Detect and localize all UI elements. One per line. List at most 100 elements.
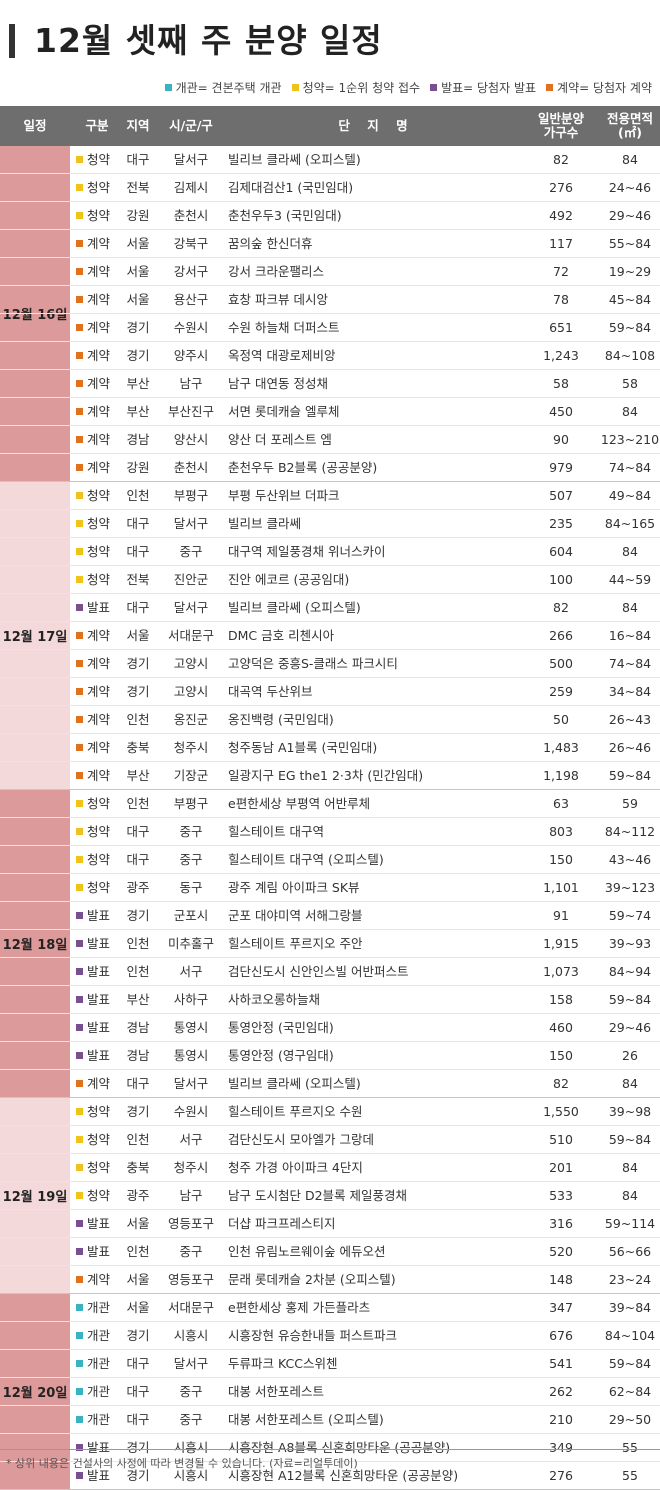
type-marker-cell [76,1350,83,1377]
city-cell: 서대문구 [167,1300,214,1315]
units-cell: 347 [549,1300,573,1315]
units-cell: 803 [549,824,573,839]
units-cell: 450 [549,404,573,419]
area-cell: 84 [622,152,638,167]
complex-name-cell: 빌리브 클라쎄 [228,516,301,531]
complex-name-cell: 효창 파크뷰 데시앙 [228,292,328,307]
type-marker-cell [76,146,83,173]
area-cell: 34~84 [608,684,652,699]
city-cell: 영등포구 [167,1216,214,1231]
region-cell: 강원 [126,208,150,223]
type-cell: 청약 [87,208,111,223]
legend-label: 계약= 당첨자 계약 [557,81,652,95]
complex-name-cell: 수원 하늘채 더퍼스트 [228,320,340,335]
area-cell: 59~74 [608,908,652,923]
type-marker-icon [76,1248,83,1255]
legend-swatch [164,84,172,91]
complex-name-cell: 빌리브 클라쎄 (오피스텔) [228,600,361,615]
complex-name-cell: 두류파크 KCC스위첸 [228,1356,338,1371]
complex-name-cell: 힐스테이트 푸르지오 수원 [228,1104,363,1119]
area-cell: 74~84 [608,460,652,475]
header-type: 구분 [85,118,109,133]
table-row: 개관 대구 달서구 두류파크 KCC스위첸 541 59~84 [0,1350,660,1378]
type-marker-cell [76,1070,83,1097]
type-marker-icon [76,212,83,219]
type-marker-icon [76,576,83,583]
table-row: 발표 서울 영등포구 더샵 파크프레스티지 316 59~114 [0,1210,660,1238]
header-units: 일반분양 가구수 [537,111,584,140]
region-cell: 대구 [126,852,150,867]
complex-name-cell: e편한세상 부평역 어반루체 [228,796,371,811]
region-cell: 부산 [126,376,150,391]
city-cell: 부평구 [173,488,209,503]
region-cell: 경남 [126,1048,150,1063]
type-marker-icon [76,184,83,191]
type-marker-cell [76,874,83,901]
region-cell: 대구 [126,600,150,615]
table-row: 계약 인천 옹진군 옹진백령 (국민임대) 50 26~43 [0,706,660,734]
type-cell: 발표 [87,1048,111,1063]
region-cell: 광주 [126,880,150,895]
complex-name-cell: DMC 금호 리첸시아 [228,628,335,643]
type-marker-icon [76,436,83,443]
region-cell: 서울 [126,292,150,307]
complex-name-cell: 군포 대야미역 서해그랑블 [228,908,363,923]
city-cell: 중구 [179,1412,203,1427]
type-marker-icon [76,1276,83,1283]
type-marker-icon [76,800,83,807]
type-marker-icon [76,688,83,695]
table-row: 발표 경남 통영시 통영안정 (국민임대) 460 29~46 [0,1014,660,1042]
type-cell: 청약 [87,152,111,167]
header-name: 단 지 명 [338,118,408,133]
city-cell: 통영시 [173,1048,209,1063]
complex-name-cell: 사하코오롱하늘채 [228,992,321,1007]
region-cell: 부산 [126,404,150,419]
complex-name-cell: 통영안정 (영구임대) [228,1048,334,1063]
city-cell: 청주시 [173,1160,209,1175]
type-cell: 청약 [87,880,111,895]
area-cell: 59~84 [608,992,652,1007]
type-marker-cell [76,902,83,929]
type-marker-cell [76,482,83,509]
complex-name-cell: 통영안정 (국민임대) [228,1020,334,1035]
units-cell: 1,550 [543,1104,579,1119]
type-cell: 발표 [87,992,111,1007]
table-header: 일정 구분 지역 시/군/구 단 지 명 일반분양 가구수 전용면적 (㎡) [0,106,660,146]
type-marker-cell [76,1014,83,1041]
complex-name-cell: 검단신도시 신안인스빌 어반퍼스트 [228,964,409,979]
type-marker-cell [76,202,83,229]
city-cell: 서구 [179,1132,203,1147]
area-cell: 29~50 [608,1412,652,1427]
city-cell: 중구 [179,824,203,839]
city-cell: 춘천시 [173,208,209,223]
type-marker-cell [76,1126,83,1153]
table-row: 청약 인천 서구 검단신도시 모아엘가 그랑데 510 59~84 [0,1126,660,1154]
region-cell: 인천 [126,712,150,727]
type-cell: 개관 [87,1412,111,1427]
type-marker-cell [76,538,83,565]
type-cell: 개관 [87,1384,111,1399]
region-cell: 인천 [126,488,150,503]
table-row: 계약 부산 남구 남구 대연동 정성채 58 58 [0,370,660,398]
complex-name-cell: 힐스테이트 대구역 [228,824,324,839]
type-marker-cell [76,650,83,677]
city-cell: 미추홀구 [167,936,214,951]
units-cell: 82 [553,1076,569,1091]
legend-swatch [546,84,554,91]
type-marker-icon [76,744,83,751]
complex-name-cell: 대봉 서한포레스트 [228,1384,324,1399]
complex-name-cell: 대곡역 두산위브 [228,684,313,699]
units-cell: 266 [549,628,573,643]
complex-name-cell: 청주 가경 아이파크 4단지 [228,1160,363,1175]
type-marker-icon [76,1332,83,1339]
region-cell: 경기 [126,320,150,335]
area-cell: 26~46 [608,740,652,755]
type-cell: 계약 [87,712,111,727]
complex-name-cell: 대구역 제일풍경채 위너스카이 [228,544,386,559]
table-row: 계약 경기 고양시 대곡역 두산위브 259 34~84 [0,678,660,706]
type-marker-icon [76,156,83,163]
complex-name-cell: 빌리브 클라쎄 (오피스텔) [228,152,361,167]
type-marker-cell [76,566,83,593]
table-row: 청약 전북 진안군 진안 에코르 (공공임대) 100 44~59 [0,566,660,594]
type-marker-icon [76,296,83,303]
